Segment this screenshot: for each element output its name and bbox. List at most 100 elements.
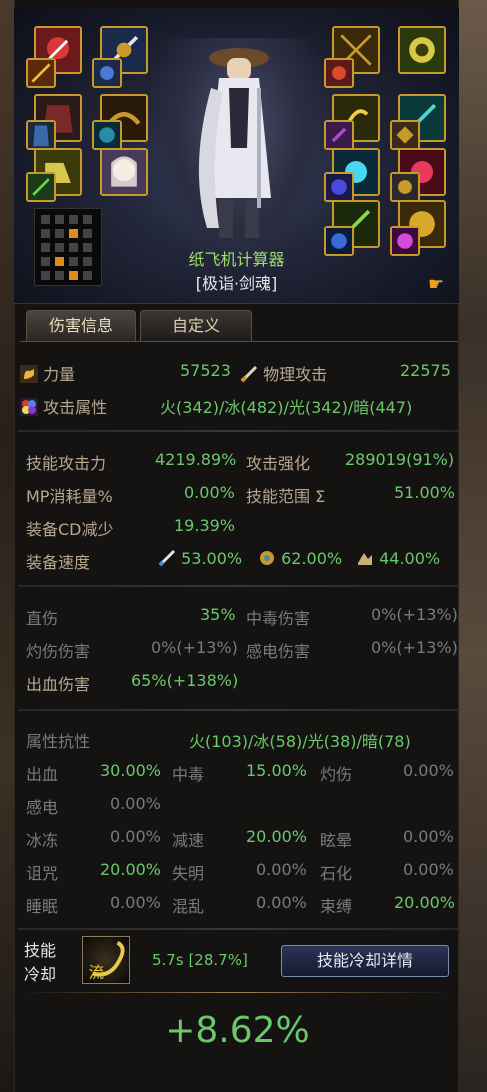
equip-slot-pet[interactable] <box>92 58 122 88</box>
freeze-resist-value: 0.00% <box>110 827 161 846</box>
burn-resist-label: 灼伤 <box>320 765 353 784</box>
move-speed-icon <box>356 549 374 567</box>
move-speed-value: 44.00% <box>379 549 441 568</box>
element-value: 火(342)/冰(482)/光(342)/暗(447) <box>160 398 413 417</box>
poison-resist-value: 15.00% <box>246 761 308 780</box>
divider-4 <box>18 928 458 930</box>
bleed-resist-label: 出血 <box>26 765 59 784</box>
poison-resist-label: 中毒 <box>172 765 205 784</box>
character-preview: 纸飞机计算器 [极诣·剑魂] ☛ <box>14 8 459 304</box>
cast-speed-value: 62.00% <box>281 549 343 568</box>
direct-damage-label: 直伤 <box>26 609 59 628</box>
burn-damage-label: 灼伤伤害 <box>26 642 91 661</box>
bleed-damage-value: 65%(+138%) <box>131 671 239 690</box>
physical-attack-label: 物理攻击 <box>263 365 328 384</box>
damage-result: +8.62% <box>165 1010 310 1051</box>
skill-range-value: 51.00% <box>394 483 456 502</box>
divider-1 <box>18 430 458 432</box>
chaos-resist-value: 0.00% <box>256 893 307 912</box>
mp-cost-value: 0.00% <box>184 483 235 502</box>
skill-cooldown-details-button[interactable]: 技能冷却详情 <box>281 945 449 977</box>
burn-resist-value: 0.00% <box>403 761 454 780</box>
curse-resist-label: 诅咒 <box>26 864 59 883</box>
background-right <box>459 0 487 1092</box>
result-divider <box>22 992 450 993</box>
equip-slot-aura[interactable] <box>92 120 122 150</box>
attack-enhance-value: 289019(91%) <box>345 450 455 469</box>
stun-resist-value: 0.00% <box>403 827 454 846</box>
divider-2 <box>18 585 458 587</box>
direct-damage-value: 35% <box>200 605 236 624</box>
skill-cooldown-icon: 流 <box>82 936 130 984</box>
attack-speed-value: 53.00% <box>181 549 243 568</box>
cd-reduce-label: 装备CD减少 <box>26 520 114 539</box>
strength-value: 57523 <box>180 361 231 380</box>
element-label: 攻击属性 <box>43 398 108 417</box>
equip-slot-avatar[interactable] <box>100 148 148 196</box>
stone-resist-value: 0.00% <box>403 860 454 879</box>
attack-speed-item: 53.00% <box>158 549 242 568</box>
sleep-resist-value: 0.00% <box>110 893 161 912</box>
cooldown-label-1: 技能 <box>24 941 57 960</box>
equip-speed-label: 装备速度 <box>26 553 91 572</box>
equip-slot-bottom[interactable] <box>26 120 56 150</box>
poison-damage-value: 0%(+13%) <box>371 605 458 624</box>
tab-damage-info[interactable]: 伤害信息 <box>26 310 136 342</box>
equip-slot-orb[interactable] <box>324 172 354 202</box>
blind-resist-label: 失明 <box>172 864 205 883</box>
cooldown-label-2: 冷却 <box>24 965 57 984</box>
curse-resist-value: 20.00% <box>100 860 162 879</box>
equip-slot-insignia[interactable] <box>390 120 420 150</box>
bind-resist-label: 束缚 <box>320 897 353 916</box>
strength-label: 力量 <box>43 365 76 384</box>
equip-slot-title[interactable] <box>26 58 56 88</box>
pointing-hand-icon[interactable]: ☛ <box>428 274 444 295</box>
attack-speed-icon <box>158 549 176 567</box>
tab-underline <box>20 341 458 342</box>
slow-resist-value: 20.00% <box>246 827 308 846</box>
shock-damage-label: 感电伤害 <box>246 642 311 661</box>
stun-resist-label: 眩晕 <box>320 831 353 850</box>
tab-bar: 伤害信息 自定义 <box>26 310 448 342</box>
tab-custom[interactable]: 自定义 <box>140 310 252 342</box>
physical-attack-row: 物理攻击 <box>240 361 327 385</box>
slow-resist-label: 减速 <box>172 831 205 850</box>
move-speed-item: 44.00% <box>356 549 440 568</box>
strength-icon <box>20 365 38 383</box>
shock-resist-value: 0.00% <box>110 794 161 813</box>
chaos-resist-label: 混乱 <box>172 897 205 916</box>
character-sprite <box>189 28 289 248</box>
poison-damage-label: 中毒伤害 <box>246 609 311 628</box>
shock-resist-label: 感电 <box>26 798 59 817</box>
equip-slot-artifact[interactable] <box>324 120 354 150</box>
equip-slot-creature[interactable] <box>324 58 354 88</box>
divider-3 <box>18 709 458 711</box>
app-root: 纸飞机计算器 [极诣·剑魂] ☛ 伤害信息 自定义 力量 57523 物理攻击 … <box>0 0 487 1092</box>
resist-value: 火(103)/冰(58)/光(38)/暗(78) <box>189 732 411 751</box>
burn-damage-value: 0%(+13%) <box>151 638 238 657</box>
blind-resist-value: 0.00% <box>256 860 307 879</box>
bleed-damage-label: 出血伤害 <box>26 675 91 694</box>
cooldown-value: 5.7s [28.7%] <box>152 951 248 969</box>
equip-slot-bracelet[interactable] <box>398 26 446 74</box>
background-left <box>0 0 14 1092</box>
skill-attack-label: 技能攻击力 <box>26 454 107 473</box>
resist-label: 属性抗性 <box>26 732 91 751</box>
skill-range-label: 技能范围 Σ <box>246 487 326 506</box>
cast-speed-icon <box>258 549 276 567</box>
strength-row: 力量 <box>20 361 75 385</box>
element-icon <box>20 398 38 416</box>
character-name: 纸飞机计算器 <box>188 250 285 269</box>
physical-attack-value: 22575 <box>400 361 451 380</box>
svg-text:流: 流 <box>89 963 104 981</box>
sleep-resist-label: 睡眠 <box>26 897 59 916</box>
shock-damage-value: 0%(+13%) <box>371 638 458 657</box>
character-class: [极诣·剑魂] <box>195 274 278 293</box>
sword-icon <box>240 365 258 383</box>
stone-resist-label: 石化 <box>320 864 353 883</box>
equip-slot-special[interactable] <box>390 172 420 202</box>
cast-speed-item: 62.00% <box>258 549 342 568</box>
equip-slot-emblem[interactable] <box>26 172 56 202</box>
element-row: 攻击属性 <box>20 394 107 418</box>
bind-resist-value: 20.00% <box>394 893 456 912</box>
